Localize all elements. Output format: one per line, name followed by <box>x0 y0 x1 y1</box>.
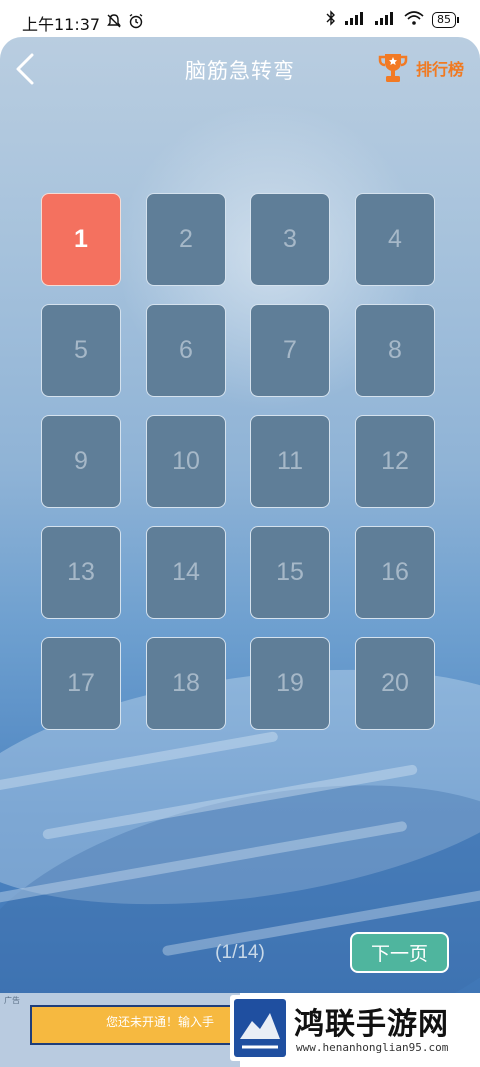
watermark-logo <box>234 999 286 1057</box>
status-time: 上午11:37 <box>22 15 101 34</box>
level-tile-8[interactable]: 8 <box>355 304 435 397</box>
next-page-button[interactable]: 下一页 <box>350 932 449 973</box>
level-tile-1[interactable]: 1 <box>41 193 121 286</box>
trophy-icon <box>378 54 408 82</box>
mute-icon <box>106 13 122 33</box>
level-tile-15[interactable]: 15 <box>250 526 330 619</box>
bluetooth-icon <box>326 10 336 30</box>
level-tile-2[interactable]: 2 <box>146 193 226 286</box>
level-tile-16[interactable]: 16 <box>355 526 435 619</box>
signal-icon <box>344 11 366 29</box>
game-screen: 脑筋急转弯 排行榜 1 2 3 4 5 6 7 8 9 10 11 12 13 14 15 16 17 18 19 2… <box>0 37 480 997</box>
status-bar: 上午11:37 85 <box>0 0 480 42</box>
level-tile-6[interactable]: 6 <box>146 304 226 397</box>
ad-tag: 广告 <box>4 996 20 1005</box>
level-tile-18[interactable]: 18 <box>146 637 226 730</box>
bottom-area: 广告 您还未开通！输入手 鸿联手游网 www.henanhonglian95.c… <box>0 993 480 1067</box>
level-tile-14[interactable]: 14 <box>146 526 226 619</box>
level-tile-11[interactable]: 11 <box>250 415 330 508</box>
watermark-title: 鸿联手游网 <box>294 1007 449 1042</box>
level-tile-3[interactable]: 3 <box>250 193 330 286</box>
watermark-url: www.henanhonglian95.com <box>296 1041 449 1054</box>
level-tile-7[interactable]: 7 <box>250 304 330 397</box>
leaderboard-button[interactable]: 排行榜 <box>378 51 464 85</box>
signal-icon-2 <box>374 11 396 29</box>
level-tile-19[interactable]: 19 <box>250 637 330 730</box>
level-tile-20[interactable]: 20 <box>355 637 435 730</box>
watermark: 鸿联手游网 www.henanhonglian95.com <box>230 995 476 1061</box>
wifi-icon <box>404 11 424 29</box>
level-tile-10[interactable]: 10 <box>146 415 226 508</box>
battery-indicator: 85 <box>432 12 459 28</box>
level-tile-4[interactable]: 4 <box>355 193 435 286</box>
alarm-icon <box>128 13 144 33</box>
level-tile-17[interactable]: 17 <box>41 637 121 730</box>
leaderboard-label: 排行榜 <box>415 60 464 79</box>
level-tile-9[interactable]: 9 <box>41 415 121 508</box>
level-tile-12[interactable]: 12 <box>355 415 435 508</box>
level-tile-5[interactable]: 5 <box>41 304 121 397</box>
level-tile-13[interactable]: 13 <box>41 526 121 619</box>
